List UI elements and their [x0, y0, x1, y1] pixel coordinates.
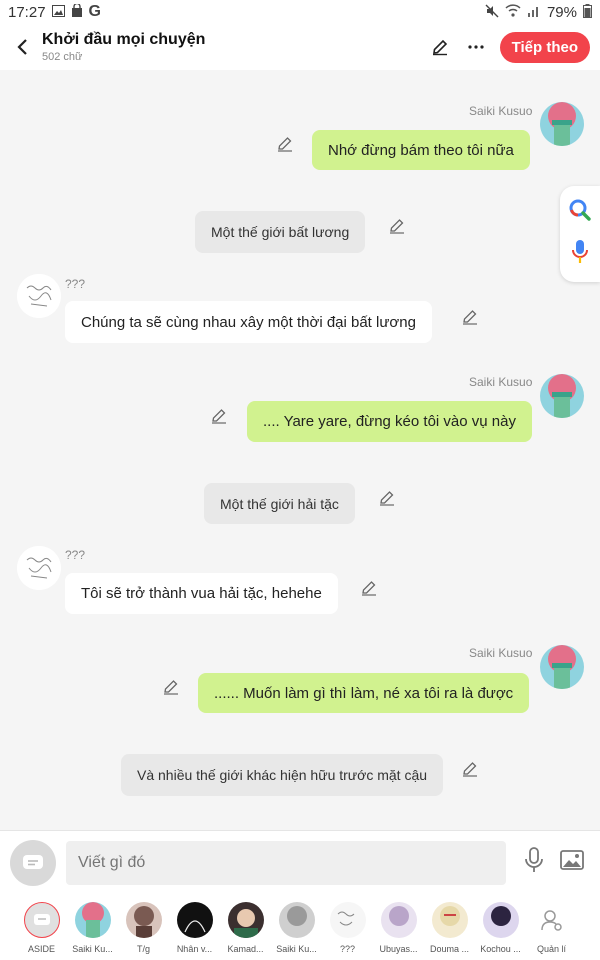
character-bar: ASIDE Saiki Ku... T/g Nhân v... Kamad...… — [0, 894, 600, 960]
avatar — [278, 902, 315, 938]
user-settings-icon — [534, 902, 570, 938]
character-label: Douma ... — [429, 944, 469, 954]
avatar[interactable] — [17, 274, 61, 318]
voice-search-button[interactable] — [571, 239, 589, 270]
avatar — [482, 902, 519, 938]
avatar — [431, 902, 468, 938]
manage-characters-button[interactable]: Quản lí — [526, 902, 577, 954]
pencil-icon — [432, 39, 447, 56]
status-time: 17:27 — [8, 3, 46, 21]
character-label: Saiki Ku... — [72, 944, 113, 954]
character-label: Quản lí — [536, 944, 567, 954]
edit-message-icon[interactable] — [277, 136, 293, 152]
header: Khởi đầu mọi chuyện 502 chữ Tiếp theo — [0, 24, 600, 70]
word-count: 502 chữ — [42, 51, 83, 63]
message-input[interactable] — [66, 840, 506, 885]
avatar — [227, 902, 264, 938]
avatar — [380, 902, 417, 938]
character-item[interactable]: Kamad... — [220, 902, 271, 954]
character-label: T/g — [136, 944, 150, 954]
character-item[interactable]: T/g — [118, 902, 169, 954]
google-icon: G — [88, 3, 101, 20]
character-item[interactable]: Kochou ... — [475, 902, 526, 954]
more-icon — [467, 45, 484, 49]
character-item[interactable]: Douma ... — [424, 902, 475, 954]
wifi-icon — [505, 4, 521, 20]
image-icon — [560, 850, 584, 870]
message-bubble[interactable]: .... Yare yare, đừng kéo tôi vào vụ này — [247, 401, 532, 442]
battery-icon — [583, 3, 592, 21]
chat-area: Saiki Kusuo Nhớ đừng bám theo tôi nữa Mộ… — [0, 70, 600, 830]
next-button[interactable]: Tiếp theo — [499, 31, 590, 63]
sender-name: ??? — [65, 548, 86, 562]
avatar[interactable] — [17, 546, 61, 590]
character-aside[interactable]: ASIDE — [16, 902, 67, 954]
character-label: Kochou ... — [480, 944, 521, 954]
title-block: Khởi đầu mọi chuyện 502 chữ — [42, 31, 205, 63]
sender-name: Saiki Kusuo — [469, 375, 533, 389]
microphone-icon — [525, 847, 543, 872]
avatar[interactable] — [540, 645, 584, 689]
avatar — [176, 902, 213, 938]
chevron-left-icon — [17, 39, 27, 55]
message-bubble[interactable]: Tôi sẽ trở thành vua hải tặc, hehehe — [65, 573, 338, 614]
narration-bubble[interactable]: Một thế giới bất lương — [195, 211, 366, 253]
bag-icon — [71, 2, 83, 20]
google-mic-icon — [572, 240, 588, 263]
character-label: Saiki Ku... — [276, 944, 317, 954]
narration-bubble[interactable]: Và nhiều thế giới khác hiện hữu trước mặ… — [121, 754, 444, 796]
input-bar — [0, 830, 600, 894]
character-label: Ubuyas... — [379, 944, 418, 954]
avatar — [329, 902, 366, 938]
message-bubble[interactable]: ...... Muốn làm gì thì làm, né xa tôi ra… — [198, 673, 530, 713]
narration-toggle-button[interactable] — [10, 839, 56, 886]
character-label: Kamad... — [227, 944, 264, 954]
character-item[interactable]: Saiki Ku... — [271, 902, 322, 954]
edit-message-icon[interactable] — [163, 679, 179, 695]
mic-button[interactable] — [524, 847, 544, 878]
lens-search-button[interactable] — [568, 198, 592, 227]
battery-percent: 79% — [546, 3, 577, 21]
edit-message-icon[interactable] — [462, 761, 478, 777]
character-label: Nhân v... — [176, 944, 213, 954]
edit-message-icon[interactable] — [462, 309, 478, 325]
character-item[interactable]: Saiki Ku... — [67, 902, 118, 954]
character-label: ASIDE — [27, 944, 55, 954]
search-widget — [560, 186, 600, 282]
avatar — [125, 902, 162, 938]
back-button[interactable] — [10, 32, 34, 62]
aside-icon — [23, 902, 60, 938]
mute-icon — [485, 4, 499, 21]
image-button[interactable] — [560, 850, 584, 875]
edit-message-icon[interactable] — [361, 580, 377, 596]
edit-message-icon[interactable] — [389, 218, 405, 234]
page-title: Khởi đầu mọi chuyện — [42, 31, 206, 48]
message-bubble[interactable]: Nhớ đừng bám theo tôi nữa — [312, 130, 530, 170]
character-item[interactable]: Nhân v... — [169, 902, 220, 954]
signal-icon — [527, 4, 541, 20]
message-bubble[interactable]: Chúng ta sẽ cùng nhau xây một thời đại b… — [65, 301, 432, 343]
edit-button[interactable] — [428, 35, 452, 59]
character-item[interactable]: Ubuyas... — [373, 902, 424, 954]
character-item[interactable]: ??? — [322, 902, 373, 954]
more-button[interactable] — [464, 35, 488, 59]
narration-bubble[interactable]: Một thế giới hải tặc — [204, 483, 355, 524]
avatar[interactable] — [540, 374, 584, 418]
edit-message-icon[interactable] — [379, 490, 395, 506]
avatar[interactable] — [540, 102, 584, 146]
character-label: ??? — [339, 944, 356, 954]
sender-name: Saiki Kusuo — [469, 104, 533, 118]
sender-name: ??? — [65, 277, 86, 291]
edit-message-icon[interactable] — [211, 408, 227, 424]
search-icon — [569, 199, 591, 221]
sender-name: Saiki Kusuo — [469, 646, 533, 660]
avatar — [74, 902, 111, 938]
image-icon — [51, 4, 65, 20]
chat-bubble-icon — [23, 854, 43, 869]
status-bar: 17:27 G 79% — [0, 0, 600, 24]
